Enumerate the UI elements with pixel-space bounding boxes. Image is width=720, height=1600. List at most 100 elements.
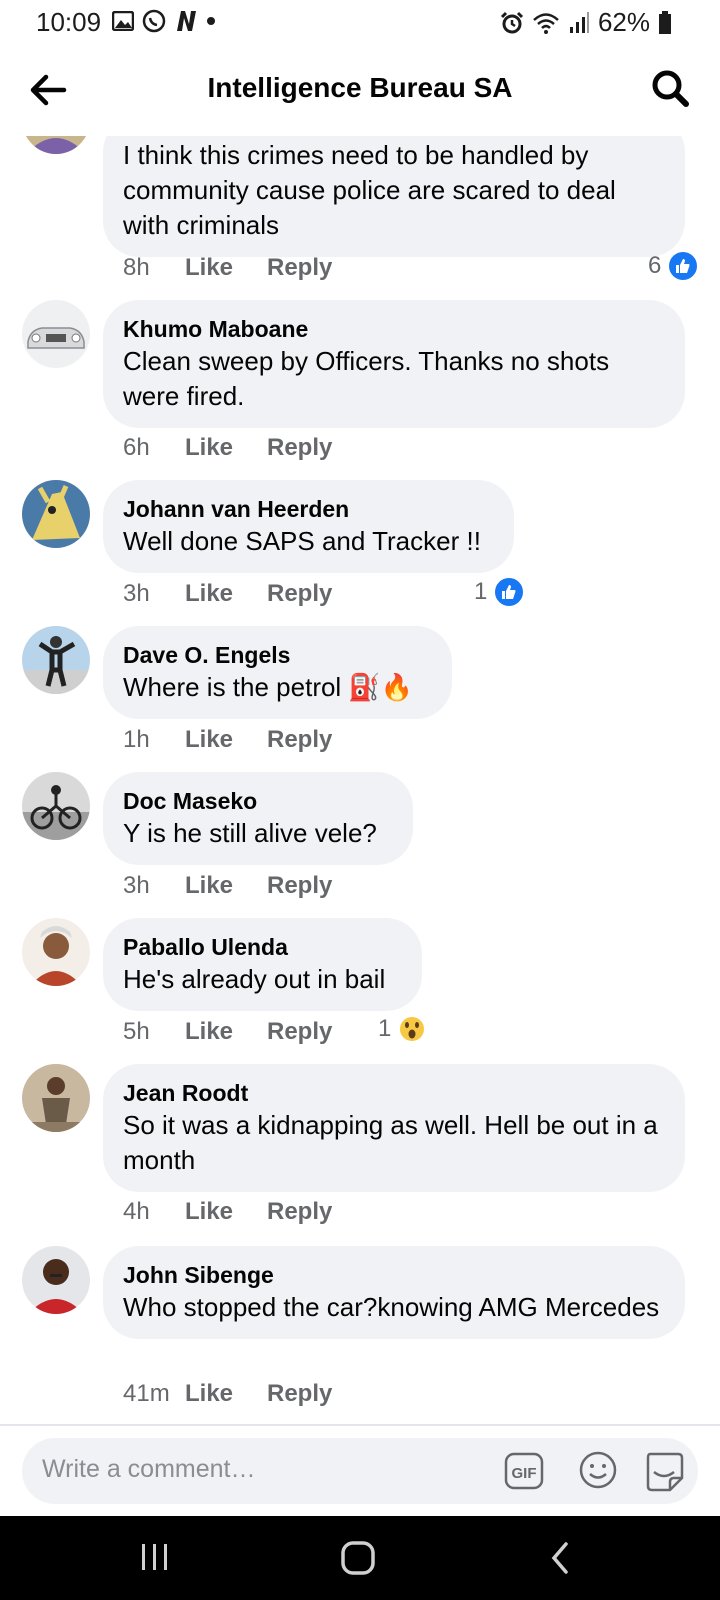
comment-time[interactable]: 4h — [123, 1198, 185, 1226]
reply-button[interactable]: Reply — [267, 434, 332, 462]
like-button[interactable]: Like — [185, 726, 267, 754]
system-nav-bar — [0, 1516, 720, 1600]
comment-text: I think this crimes need to be handled b… — [123, 140, 616, 240]
comment-bubble[interactable]: John Sibenge Who stopped the car?knowing… — [103, 1246, 685, 1339]
alarm-icon — [500, 11, 524, 33]
comment-time[interactable]: 41m — [123, 1380, 185, 1408]
news-n-icon — [177, 11, 196, 31]
reply-button[interactable]: Reply — [267, 726, 332, 754]
gallery-icon — [112, 11, 134, 31]
comment-actions: 3h Like Reply — [123, 580, 332, 608]
comment-time[interactable]: 5h — [123, 1018, 185, 1046]
gif-icon: GIF — [504, 1452, 544, 1490]
comment-actions: 41m Like Reply — [123, 1380, 332, 1408]
signal-icon — [569, 11, 589, 33]
comment-text: Where is the petrol ⛽🔥 — [123, 672, 414, 702]
comment-author[interactable]: Johann van Heerden — [123, 494, 492, 524]
comment-text: He's already out in bail — [123, 964, 386, 994]
page-title: Intelligence Bureau SA — [207, 72, 513, 103]
comment-actions: 4h Like Reply — [123, 1198, 332, 1226]
back-nav-button[interactable] — [548, 1540, 572, 1581]
comment-author[interactable]: Jean Roodt — [123, 1078, 663, 1108]
reply-button[interactable]: Reply — [267, 1380, 332, 1408]
comment-bubble[interactable]: Dave O. Engels Where is the petrol ⛽🔥 — [103, 626, 452, 719]
comment-actions: 6h Like Reply — [123, 434, 332, 462]
like-button[interactable]: Like — [185, 254, 267, 282]
like-button[interactable]: Like — [185, 434, 267, 462]
reply-button[interactable]: Reply — [267, 1198, 332, 1226]
comment-author[interactable]: Paballo Ulenda — [123, 932, 400, 962]
comment-time[interactable]: 3h — [123, 580, 185, 608]
comment-text: Clean sweep by Officers. Thanks no shots… — [123, 346, 610, 411]
comment-time[interactable]: 8h — [123, 254, 185, 282]
reaction-number: 6 — [648, 252, 662, 279]
recent-apps-button[interactable] — [140, 1540, 170, 1579]
comment-bubble[interactable]: I think this crimes need to be handled b… — [103, 136, 685, 257]
comment-input[interactable]: Write a comment… — [42, 1455, 255, 1484]
status-time: 10:09 — [36, 7, 102, 37]
reaction-number: 1 — [474, 578, 488, 605]
comment-author[interactable]: Dave O. Engels — [123, 640, 430, 670]
dot-icon — [207, 17, 215, 25]
avatar[interactable] — [22, 136, 90, 154]
sticker-button[interactable] — [644, 1450, 684, 1492]
comment-bubble[interactable]: Paballo Ulenda He's already out in bail — [103, 918, 422, 1011]
comment-author[interactable]: John Sibenge — [123, 1260, 663, 1290]
app-header: Intelligence Bureau SA — [0, 46, 720, 136]
like-button[interactable]: Like — [185, 872, 267, 900]
home-icon — [341, 1541, 375, 1575]
comment-actions: 5h Like Reply — [123, 1018, 332, 1046]
smiley-icon — [579, 1451, 617, 1489]
battery-percent: 62% — [597, 7, 650, 37]
comment-time[interactable]: 3h — [123, 872, 185, 900]
avatar[interactable] — [22, 1246, 90, 1314]
comment-text: Y is he still alive vele? — [123, 818, 377, 848]
home-button[interactable] — [340, 1540, 376, 1581]
avatar[interactable] — [22, 626, 90, 694]
comment-bubble[interactable]: Khumo Maboane Clean sweep by Officers. T… — [103, 300, 685, 428]
comment-bubble[interactable]: Johann van Heerden Well done SAPS and Tr… — [103, 480, 514, 573]
avatar[interactable] — [22, 772, 90, 840]
comment-time[interactable]: 1h — [123, 726, 185, 754]
reply-button[interactable]: Reply — [267, 1018, 332, 1046]
avatar[interactable] — [22, 1064, 90, 1132]
comment-author[interactable]: Doc Maseko — [123, 786, 391, 816]
back-chevron-icon — [551, 1542, 568, 1574]
comment-bubble[interactable]: Doc Maseko Y is he still alive vele? — [103, 772, 413, 865]
avatar[interactable] — [22, 918, 90, 986]
search-button[interactable] — [650, 68, 690, 108]
reaction-count[interactable]: 6 — [648, 250, 700, 282]
like-button[interactable]: Like — [185, 1380, 267, 1408]
wifi-icon — [533, 12, 559, 34]
like-button[interactable]: Like — [185, 580, 267, 608]
search-icon — [652, 70, 689, 107]
whatsapp-icon — [142, 9, 166, 33]
like-button[interactable]: Like — [185, 1018, 267, 1046]
battery-icon — [659, 10, 671, 34]
recent-apps-icon — [142, 1544, 167, 1570]
comment-actions: 8h Like Reply — [123, 254, 332, 282]
avatar[interactable] — [22, 480, 90, 548]
notification-icons — [112, 9, 216, 33]
comment-text: Well done SAPS and Tracker !! — [123, 526, 481, 556]
comment-composer: Write a comment… GIF — [0, 1424, 720, 1518]
emoji-button[interactable] — [578, 1450, 618, 1490]
reply-button[interactable]: Reply — [267, 580, 332, 608]
reaction-count[interactable]: 1 — [378, 1014, 427, 1044]
reaction-count[interactable]: 1 — [474, 576, 526, 608]
comment-text: So it was a kidnapping as well. Hell be … — [123, 1110, 658, 1175]
comment-time[interactable]: 6h — [123, 434, 185, 462]
comment-actions: 3h Like Reply — [123, 872, 332, 900]
comment-list[interactable]: I think this crimes need to be handled b… — [0, 136, 720, 1426]
reply-button[interactable]: Reply — [267, 254, 332, 282]
reaction-number: 1 — [378, 1015, 392, 1042]
avatar[interactable] — [22, 300, 90, 368]
like-button[interactable]: Like — [185, 1198, 267, 1226]
comment-actions: 1h Like Reply — [123, 726, 332, 754]
reply-button[interactable]: Reply — [267, 872, 332, 900]
comment-author[interactable]: Khumo Maboane — [123, 314, 663, 344]
gif-button[interactable]: GIF — [504, 1452, 544, 1490]
thumbs-up-icon — [493, 576, 526, 608]
comment-bubble[interactable]: Jean Roodt So it was a kidnapping as wel… — [103, 1064, 685, 1192]
comment-input-bar[interactable]: Write a comment… GIF — [22, 1438, 698, 1504]
